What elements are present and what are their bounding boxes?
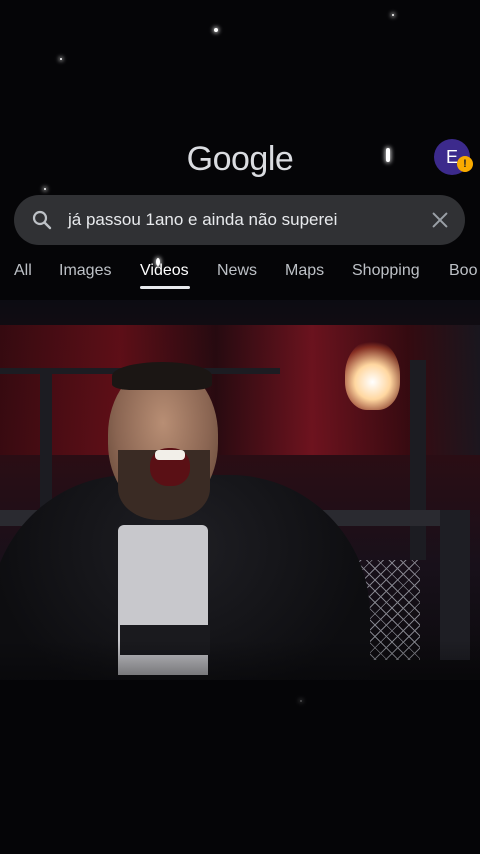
- spark: [44, 188, 46, 190]
- spark: [392, 14, 394, 16]
- cage-post: [440, 510, 470, 660]
- search-input[interactable]: já passou 1ano e ainda não superei: [68, 195, 337, 245]
- close-icon[interactable]: [429, 209, 451, 231]
- tab-shopping[interactable]: Shopping: [352, 262, 420, 280]
- search-icon[interactable]: [30, 208, 54, 232]
- person-hair: [112, 362, 212, 390]
- tab-images[interactable]: Images: [59, 262, 111, 280]
- tab-videos[interactable]: Videos: [140, 262, 189, 280]
- tab-all[interactable]: All: [14, 262, 32, 280]
- pyro-flame: [345, 340, 400, 410]
- spark: [60, 58, 62, 60]
- cage-post: [410, 360, 426, 560]
- spark: [214, 28, 218, 32]
- crowd-background: [0, 325, 480, 455]
- alert-badge-icon: !: [457, 156, 473, 172]
- tab-books[interactable]: Boo: [449, 262, 477, 280]
- bottom-fade: [0, 640, 480, 854]
- search-bar[interactable]: já passou 1ano e ainda não superei: [14, 195, 465, 245]
- active-tab-indicator: [140, 286, 190, 289]
- video-frame[interactable]: [0, 300, 480, 680]
- search-tabs: All Images Videos News Maps Shopping Boo: [14, 262, 480, 292]
- google-logo[interactable]: Google: [0, 140, 480, 179]
- tab-maps[interactable]: Maps: [285, 262, 324, 280]
- tab-news[interactable]: News: [217, 262, 257, 280]
- person-teeth: [155, 450, 185, 460]
